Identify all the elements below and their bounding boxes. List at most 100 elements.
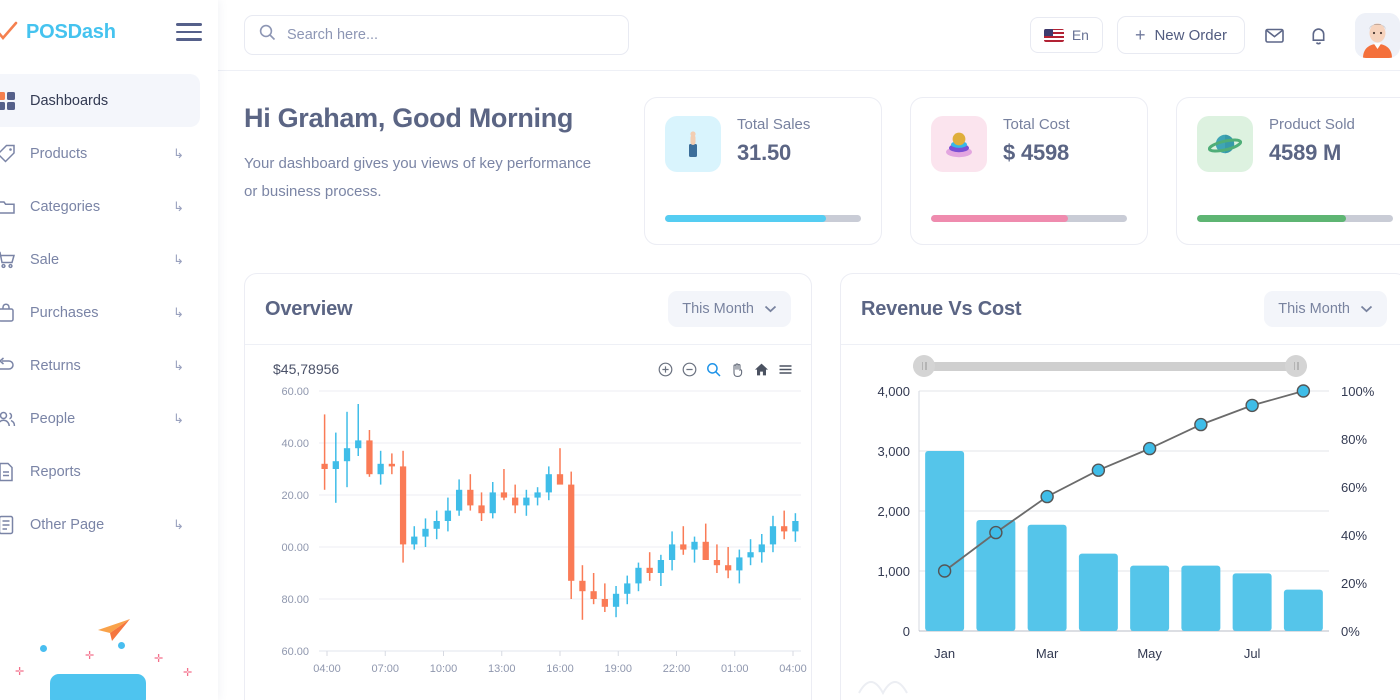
new-order-label: New Order — [1154, 26, 1227, 44]
range-slider-track[interactable] — [913, 362, 1307, 371]
stat-cards: Total Sales 31.50 Total Cost $ 4598 Prod… — [644, 97, 1400, 245]
sidebar-item-returns[interactable]: Returns ↳ — [0, 339, 200, 392]
svg-text:01:00: 01:00 — [721, 663, 749, 675]
search-box[interactable] — [244, 15, 629, 55]
sidebar-item-other-page[interactable]: Other Page ↳ — [0, 498, 200, 551]
selection-zoom-icon[interactable] — [706, 362, 721, 377]
brand-name: POSDash — [26, 20, 116, 43]
language-selector[interactable]: En — [1029, 17, 1103, 53]
greeting-subtitle-line1: Your dashboard gives you views of key pe… — [244, 155, 592, 172]
page-title: Hi Graham, Good Morning — [244, 103, 574, 133]
sidebar-item-categories[interactable]: Categories ↳ — [0, 180, 200, 233]
svg-text:0%: 0% — [1341, 624, 1360, 639]
page-icon — [0, 515, 16, 535]
sidebar-item-products[interactable]: Products ↳ — [0, 127, 200, 180]
stat-label: Product Sold — [1269, 116, 1355, 133]
sidebar-item-label: Sale — [30, 251, 60, 268]
stat-value: $ 4598 — [1003, 140, 1070, 165]
svg-text:60%: 60% — [1341, 480, 1367, 495]
sidebar-item-sale[interactable]: Sale ↳ — [0, 233, 200, 286]
plus-spark-icon: ✛ — [154, 653, 164, 665]
progress-bar — [665, 215, 861, 222]
svg-text:80.00: 80.00 — [281, 594, 309, 606]
stat-value: 4589 M — [1269, 140, 1342, 165]
stat-card-product-sold[interactable]: Product Sold 4589 M — [1176, 97, 1400, 245]
svg-text:20%: 20% — [1341, 576, 1367, 591]
progress-fill — [1197, 215, 1346, 222]
svg-text:16:00: 16:00 — [546, 663, 574, 675]
revenue-panel-body: 0 1,000 2,000 3,000 4,000 0% 20% 40% 60% 80% 100% J… — [841, 345, 1400, 700]
stat-card-total-cost[interactable]: Total Cost $ 4598 — [910, 97, 1148, 245]
chevron-submenu-icon: ↳ — [173, 198, 184, 214]
overview-panel: Overview This Month $45,78956 60.00 40.0… — [244, 273, 812, 700]
svg-text:80%: 80% — [1341, 432, 1367, 447]
new-order-button[interactable]: + New Order — [1116, 16, 1245, 54]
overview-chart-toolbar-row: $45,78956 — [245, 345, 811, 377]
sidebar-cta-button[interactable] — [50, 674, 146, 700]
main-area: En + New Order — [218, 0, 1400, 700]
chevron-down-icon — [1360, 300, 1373, 318]
svg-text:60.00: 60.00 — [281, 646, 309, 658]
overview-period-dropdown[interactable]: This Month — [668, 291, 791, 327]
stat-label: Total Sales — [737, 116, 811, 133]
svg-text:07:00: 07:00 — [371, 663, 399, 675]
language-label: En — [1071, 27, 1089, 43]
dashboard-page: POSDash Dashboards Products ↳ Categories… — [0, 0, 1400, 700]
sidebar-item-people[interactable]: People ↳ — [0, 392, 200, 445]
chart-toolbar — [658, 362, 793, 377]
sidebar: POSDash Dashboards Products ↳ Categories… — [0, 0, 218, 700]
bag-purchase-icon — [0, 303, 16, 323]
people-icon — [0, 409, 16, 429]
svg-text:22:00: 22:00 — [663, 663, 691, 675]
top-bar: En + New Order — [218, 0, 1400, 71]
sidebar-item-purchases[interactable]: Purchases ↳ — [0, 286, 200, 339]
revenue-vs-cost-panel: Revenue Vs Cost This Month 0 1,000 2,000… — [840, 273, 1400, 700]
stat-value: 31.50 — [737, 140, 792, 165]
reset-home-icon[interactable] — [754, 362, 769, 377]
revenue-period-dropdown[interactable]: This Month — [1264, 291, 1387, 327]
svg-text:10:00: 10:00 — [430, 663, 458, 675]
dropdown-label: This Month — [682, 301, 754, 317]
sidebar-item-reports[interactable]: Reports — [0, 445, 200, 498]
pareto-chart[interactable]: 0 1,000 2,000 3,000 4,000 0% 20% 40% 60% 80% 100% J… — [841, 373, 1400, 700]
overview-panel-header: Overview This Month — [245, 274, 811, 345]
candlestick-chart[interactable]: 60.00 40.00 20.00 00.00 80.00 60.00 04:00 07:00… — [245, 381, 812, 700]
dropdown-label: This Month — [1278, 301, 1350, 317]
svg-text:2,000: 2,000 — [877, 504, 910, 519]
stat-card-total-sales[interactable]: Total Sales 31.50 — [644, 97, 882, 245]
menu-icon[interactable] — [778, 362, 793, 377]
svg-text:19:00: 19:00 — [604, 663, 632, 675]
envelope-icon[interactable] — [1259, 20, 1289, 50]
stat-label: Total Cost — [1003, 116, 1070, 133]
search-icon — [259, 24, 276, 46]
tag-product-icon — [0, 144, 16, 164]
sidebar-item-label: People — [30, 410, 76, 427]
svg-text:20.00: 20.00 — [281, 490, 309, 502]
stacked-rings-icon — [931, 116, 987, 172]
folder-category-icon — [0, 197, 16, 217]
zoom-out-icon[interactable] — [682, 362, 697, 377]
sidebar-item-label: Reports — [30, 463, 81, 480]
greeting-block: Hi Graham, Good Morning Your dashboard g… — [244, 97, 616, 206]
svg-text:100%: 100% — [1341, 384, 1375, 399]
sidebar-item-label: Purchases — [30, 304, 99, 321]
checkmark-logo-icon — [0, 21, 18, 43]
dot-spark-icon — [40, 645, 47, 652]
sidebar-item-dashboards[interactable]: Dashboards — [0, 74, 200, 127]
revenue-panel-header: Revenue Vs Cost This Month — [841, 274, 1400, 345]
sidebar-decoration: ✛ ✛ ✛ ✛ — [0, 551, 218, 700]
sidebar-item-label: Categories — [30, 198, 101, 215]
panel-row: Overview This Month $45,78956 60.00 40.0… — [244, 273, 1400, 700]
user-avatar[interactable] — [1355, 12, 1400, 58]
hamburger-icon[interactable] — [176, 23, 202, 41]
svg-text:0: 0 — [903, 624, 910, 639]
search-input[interactable] — [287, 27, 614, 43]
panning-icon[interactable] — [730, 362, 745, 377]
plus-spark-icon: ✛ — [15, 666, 25, 678]
svg-text:40.00: 40.00 — [281, 438, 309, 450]
planet-icon — [1197, 116, 1253, 172]
zoom-in-icon[interactable] — [658, 362, 673, 377]
bell-notification-icon[interactable] — [1303, 20, 1333, 50]
plus-spark-icon: ✛ — [183, 667, 193, 679]
progress-bar — [1197, 215, 1393, 222]
